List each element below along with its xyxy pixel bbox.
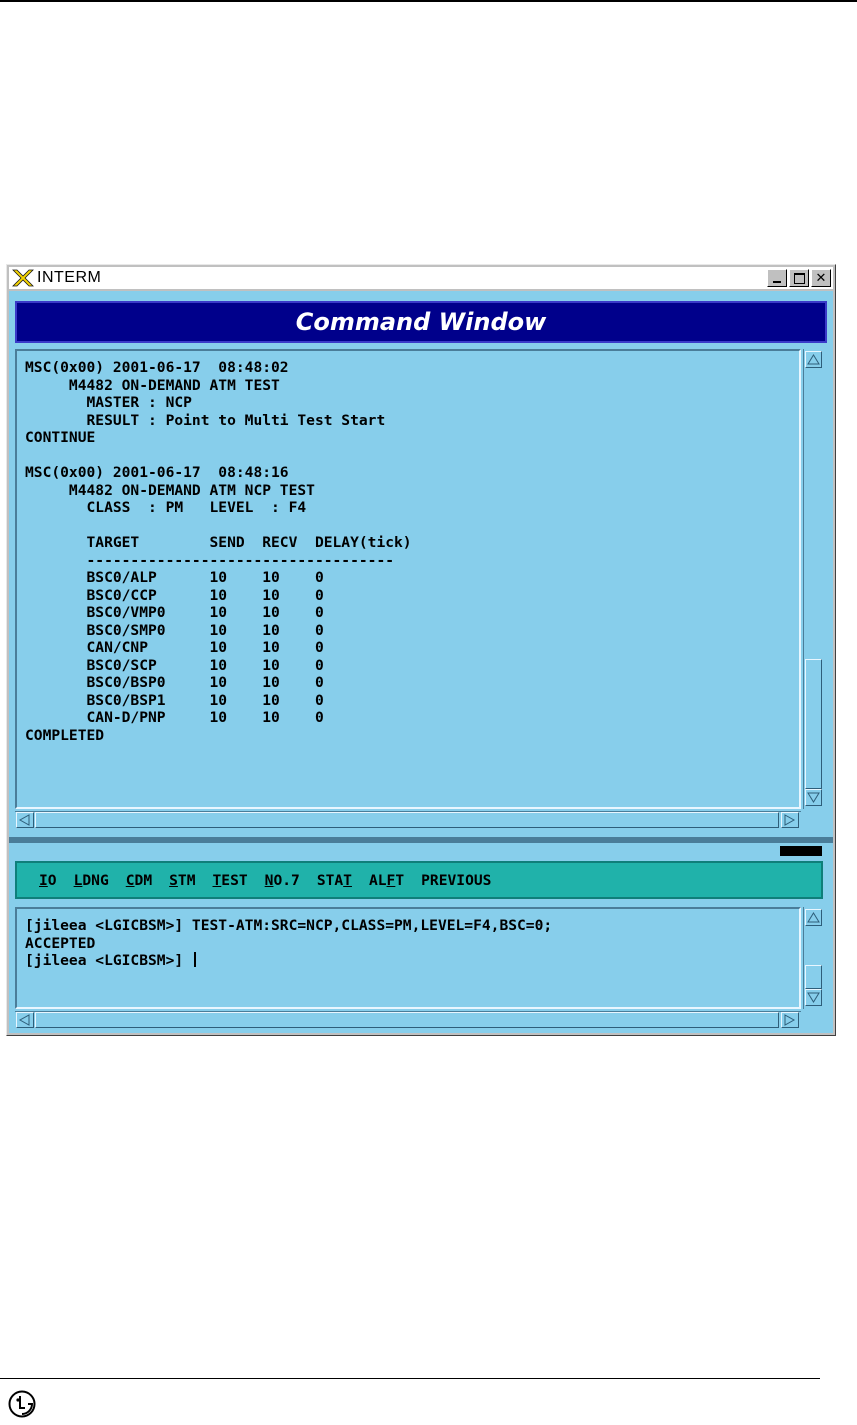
menu-mnemonic: I bbox=[39, 871, 48, 889]
menu-item-test[interactable]: TEST bbox=[213, 872, 248, 889]
x-logo-icon bbox=[12, 269, 34, 287]
output-line: COMPLETED bbox=[25, 726, 105, 744]
output-line: BSC0/SMP0 10 10 0 bbox=[25, 621, 324, 639]
command-prompt: [jileea <LGICBSM>] bbox=[25, 952, 192, 969]
input-scroll-right-button[interactable] bbox=[781, 1012, 799, 1028]
output-scroll-thumb[interactable] bbox=[805, 659, 822, 789]
menu-label-part: STA bbox=[316, 871, 344, 889]
menu-item-stat[interactable]: STAT bbox=[317, 872, 352, 889]
input-scroll-down-button[interactable] bbox=[805, 989, 822, 1006]
arrow-left-icon bbox=[18, 1014, 30, 1026]
output-line: RESULT : Point to Multi Test Start bbox=[25, 411, 386, 429]
minimize-icon bbox=[773, 281, 781, 283]
pane-divider bbox=[9, 837, 833, 843]
output-line: CONTINUE bbox=[25, 429, 96, 446]
header-title: Command Window bbox=[295, 308, 547, 336]
title-bar[interactable]: INTERM ✕ bbox=[9, 267, 833, 289]
menu-item-io[interactable]: IO bbox=[39, 872, 57, 889]
menu-mnemonic: C bbox=[125, 871, 135, 889]
menu-item-ldng[interactable]: LDNG bbox=[74, 872, 109, 889]
close-icon: ✕ bbox=[815, 270, 827, 286]
output-horizontal-scrollbar[interactable] bbox=[15, 811, 801, 829]
output-pane[interactable]: MSC(0x00) 2001-06-17 08:48:02 M4482 ON-D… bbox=[15, 349, 801, 809]
command-menubar: IO LDNG CDM STM TEST NO.7 STAT ALFT PREVIOUS bbox=[15, 861, 823, 899]
input-history-line: [jileea <LGICBSM>] TEST-ATM:SRC=NCP,CLAS… bbox=[25, 917, 553, 934]
menu-label-part: DM bbox=[134, 871, 153, 889]
menu-label-part: O.7 bbox=[273, 871, 300, 889]
scroll-down-button[interactable] bbox=[805, 789, 822, 806]
arrow-right-icon bbox=[784, 814, 796, 826]
output-line: BSC0/BSP0 10 10 0 bbox=[25, 674, 324, 691]
window-client: Command Window MSC(0x00) 2001-06-17 08:4… bbox=[9, 291, 833, 1033]
output-line: MSC(0x00) 2001-06-17 08:48:16 bbox=[25, 464, 289, 481]
menu-label-part: EST bbox=[221, 871, 248, 889]
output-line: CAN-D/PNP 10 10 0 bbox=[25, 709, 324, 726]
arrow-down-icon bbox=[807, 992, 820, 1003]
output-line: CAN/CNP 10 10 0 bbox=[25, 639, 324, 656]
menu-label-part: T bbox=[395, 871, 405, 889]
menu-item-previous[interactable]: PREVIOUS bbox=[421, 872, 491, 889]
output-vertical-scrollbar[interactable] bbox=[803, 349, 823, 809]
input-text[interactable]: [jileea <LGICBSM>] TEST-ATM:SRC=NCP,CLAS… bbox=[17, 909, 799, 970]
output-line: BSC0/VMP0 10 10 0 bbox=[25, 604, 324, 621]
arrow-left-icon bbox=[18, 814, 30, 826]
output-hscroll-thumb[interactable] bbox=[35, 812, 779, 828]
window-title: INTERM bbox=[37, 269, 102, 286]
input-vertical-scrollbar[interactable] bbox=[803, 907, 823, 1009]
close-button[interactable]: ✕ bbox=[811, 269, 831, 287]
menu-item-cdm[interactable]: CDM bbox=[126, 872, 152, 889]
input-horizontal-scrollbar[interactable] bbox=[15, 1011, 801, 1029]
menu-item-no7[interactable]: NO.7 bbox=[265, 872, 300, 889]
interm-window: INTERM ✕ Command Window MSC(0x00) 2001-0… bbox=[6, 264, 836, 1036]
text-cursor bbox=[193, 952, 196, 967]
output-line: TARGET SEND RECV DELAY(tick) bbox=[25, 534, 412, 551]
scroll-right-button[interactable] bbox=[781, 812, 799, 828]
menu-label-part: DNG bbox=[82, 871, 109, 889]
maximize-icon bbox=[793, 272, 805, 284]
menu-label-part: TM bbox=[177, 871, 196, 889]
scroll-left-button[interactable] bbox=[16, 812, 34, 828]
menu-label-part: AL bbox=[368, 871, 387, 889]
arrow-up-icon bbox=[807, 912, 820, 923]
output-line: BSC0/CCP 10 10 0 bbox=[25, 586, 324, 604]
menu-label-part: PREVIOUS bbox=[421, 871, 492, 889]
minimize-button[interactable] bbox=[767, 269, 787, 287]
output-line: BSC0/ALP 10 10 0 bbox=[25, 569, 324, 586]
input-history: [jileea <LGICBSM>] TEST-ATM:SRC=NCP,CLAS… bbox=[25, 917, 552, 952]
arrow-up-icon bbox=[807, 354, 820, 365]
command-window-header: Command Window bbox=[15, 301, 827, 343]
menu-label-part: O bbox=[47, 871, 57, 889]
page-top-rule bbox=[0, 0, 857, 2]
input-history-line: ACCEPTED bbox=[25, 934, 96, 952]
pane-sash-handle[interactable] bbox=[779, 845, 823, 857]
output-line: MASTER : NCP bbox=[25, 394, 192, 411]
input-scroll-up-button[interactable] bbox=[805, 909, 822, 926]
output-line: M4482 ON-DEMAND ATM NCP TEST bbox=[25, 481, 315, 499]
menu-mnemonic: T bbox=[212, 871, 222, 889]
arrow-right-icon bbox=[784, 1014, 796, 1026]
input-hscroll-thumb[interactable] bbox=[35, 1012, 779, 1028]
menu-mnemonic: T bbox=[343, 871, 352, 889]
lg-logo-icon bbox=[8, 1390, 36, 1418]
output-line: BSC0/SCP 10 10 0 bbox=[25, 656, 324, 674]
output-line: BSC0/BSP1 10 10 0 bbox=[25, 691, 324, 709]
arrow-down-icon bbox=[807, 792, 820, 803]
maximize-button[interactable] bbox=[789, 269, 809, 287]
page-bottom-rule bbox=[0, 1378, 820, 1379]
input-scroll-thumb[interactable] bbox=[805, 965, 822, 989]
output-text: MSC(0x00) 2001-06-17 08:48:02 M4482 ON-D… bbox=[17, 351, 799, 744]
scroll-up-button[interactable] bbox=[805, 351, 822, 368]
menu-mnemonic: S bbox=[169, 871, 178, 889]
output-line: CLASS : PM LEVEL : F4 bbox=[25, 499, 307, 516]
menu-item-stm[interactable]: STM bbox=[169, 872, 195, 889]
input-scroll-left-button[interactable] bbox=[16, 1012, 34, 1028]
menu-item-alft[interactable]: ALFT bbox=[369, 872, 404, 889]
output-line: MSC(0x00) 2001-06-17 08:48:02 bbox=[25, 359, 289, 376]
input-pane[interactable]: [jileea <LGICBSM>] TEST-ATM:SRC=NCP,CLAS… bbox=[15, 907, 801, 1009]
output-line: M4482 ON-DEMAND ATM TEST bbox=[25, 376, 280, 394]
output-line: ----------------------------------- bbox=[25, 551, 395, 569]
